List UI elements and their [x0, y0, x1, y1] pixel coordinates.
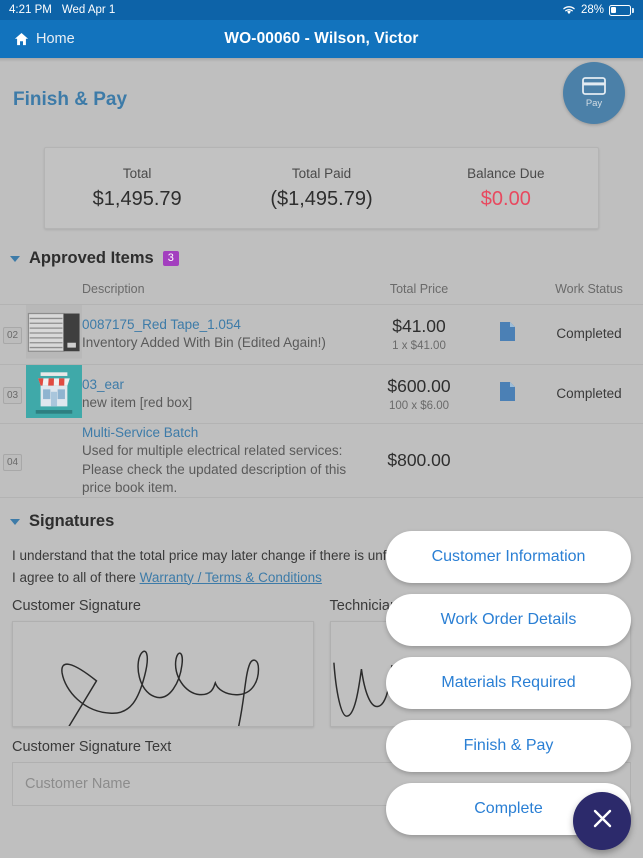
page-title-nav: WO-00060 - Wilson, Victor [224, 30, 419, 47]
page-title: Finish & Pay [13, 89, 128, 110]
balance-due-value: $0.00 [480, 187, 531, 210]
row-number: 03 [3, 386, 23, 404]
item-price: $41.00 [392, 316, 446, 337]
home-label: Home [36, 31, 75, 47]
item-subtitle: new item [red box] [82, 394, 193, 410]
total-column: Total $1,495.79 [45, 166, 229, 211]
speed-dial-materials-required[interactable]: Materials Required [386, 657, 631, 709]
close-icon [592, 808, 613, 834]
item-status: Completed [556, 326, 622, 342]
pay-button[interactable]: Pay [563, 62, 625, 124]
chevron-down-icon[interactable] [10, 518, 20, 525]
credit-card-icon [582, 77, 606, 95]
balance-due-label: Balance Due [467, 165, 545, 181]
total-paid-value: ($1,495.79) [270, 187, 373, 210]
customer-signature-label: Customer Signature [12, 598, 141, 615]
column-header-work-status: Work Status [555, 282, 623, 296]
totals-summary-card: Total $1,495.79 Total Paid ($1,495.79) B… [44, 147, 599, 229]
home-button[interactable]: Home [14, 31, 75, 47]
row-number: 02 [3, 327, 23, 345]
table-row[interactable]: 02 0087175_Red Tape_1.054 Inventory Adde… [0, 304, 643, 364]
table-row[interactable]: 03 03_ear new item [red box] $600.00 100… [0, 363, 643, 424]
item-price-detail: 100 x $6.00 [388, 399, 450, 412]
item-status: Completed [556, 385, 622, 401]
close-speed-dial-button[interactable] [573, 792, 631, 850]
column-header-total-price: Total Price [389, 282, 449, 296]
total-value: $1,495.79 [92, 187, 182, 210]
approved-items-header[interactable]: Approved Items 3 [0, 229, 643, 268]
terms-conditions-link[interactable]: Warranty / Terms & Conditions [140, 570, 322, 585]
item-title[interactable]: 0087175_Red Tape_1.054 [82, 316, 359, 334]
wifi-icon [562, 5, 576, 16]
row-number: 04 [3, 453, 23, 471]
storefront-image [26, 364, 82, 422]
speed-dial-work-order-details[interactable]: Work Order Details [386, 594, 631, 646]
status-bar-date: Wed Apr 1 [61, 4, 116, 16]
agreement-text-prefix: I agree to all of there [12, 569, 140, 585]
app-root: 4:21 PM Wed Apr 1 28% Home WO-00060 - Wi… [0, 0, 643, 858]
document-icon[interactable] [499, 321, 516, 342]
battery-percent-label: 28% [580, 4, 604, 16]
balance-due-column: Balance Due $0.00 [414, 166, 598, 211]
total-paid-label: Total Paid [291, 165, 352, 181]
item-subtitle: Used for multiple electrical related ser… [82, 443, 347, 495]
battery-icon [609, 4, 634, 16]
navigation-bar: Home WO-00060 - Wilson, Victor [0, 20, 643, 58]
home-icon [14, 32, 29, 46]
signatures-header[interactable]: Signatures [0, 498, 643, 531]
total-label: Total [122, 165, 152, 181]
speed-dial-finish-and-pay[interactable]: Finish & Pay [386, 720, 631, 772]
status-bar-time: 4:21 PM [9, 4, 52, 16]
pay-button-label: Pay [585, 98, 603, 109]
item-price: $600.00 [387, 375, 451, 396]
chevron-down-icon[interactable] [10, 255, 20, 262]
item-subtitle: Inventory Added With Bin (Edited Again!) [82, 335, 326, 351]
air-conditioner-image [26, 305, 82, 363]
signatures-title: Signatures [29, 512, 115, 530]
items-table-header: Description Total Price Work Status [0, 268, 643, 304]
item-price-detail: 1 x $41.00 [392, 340, 446, 353]
item-title[interactable]: 03_ear [82, 376, 359, 394]
document-icon[interactable] [499, 381, 516, 402]
table-row[interactable]: 04 Multi-Service Batch Used for multiple… [0, 423, 643, 497]
approved-items-count-badge: 3 [162, 251, 179, 266]
approved-items-title: Approved Items [29, 249, 154, 267]
status-bar: 4:21 PM Wed Apr 1 28% [0, 0, 643, 20]
customer-name-placeholder: Customer Name [25, 776, 131, 793]
speed-dial-customer-information[interactable]: Customer Information [386, 531, 631, 583]
customer-signature-pad[interactable] [12, 621, 314, 728]
column-header-description: Description [82, 282, 145, 296]
total-paid-column: Total Paid ($1,495.79) [229, 166, 413, 211]
item-title[interactable]: Multi-Service Batch [82, 424, 353, 442]
customer-signature-block: Customer Signature [12, 598, 314, 728]
item-price: $800.00 [387, 450, 451, 471]
page-header: Finish & Pay Pay [0, 62, 643, 147]
